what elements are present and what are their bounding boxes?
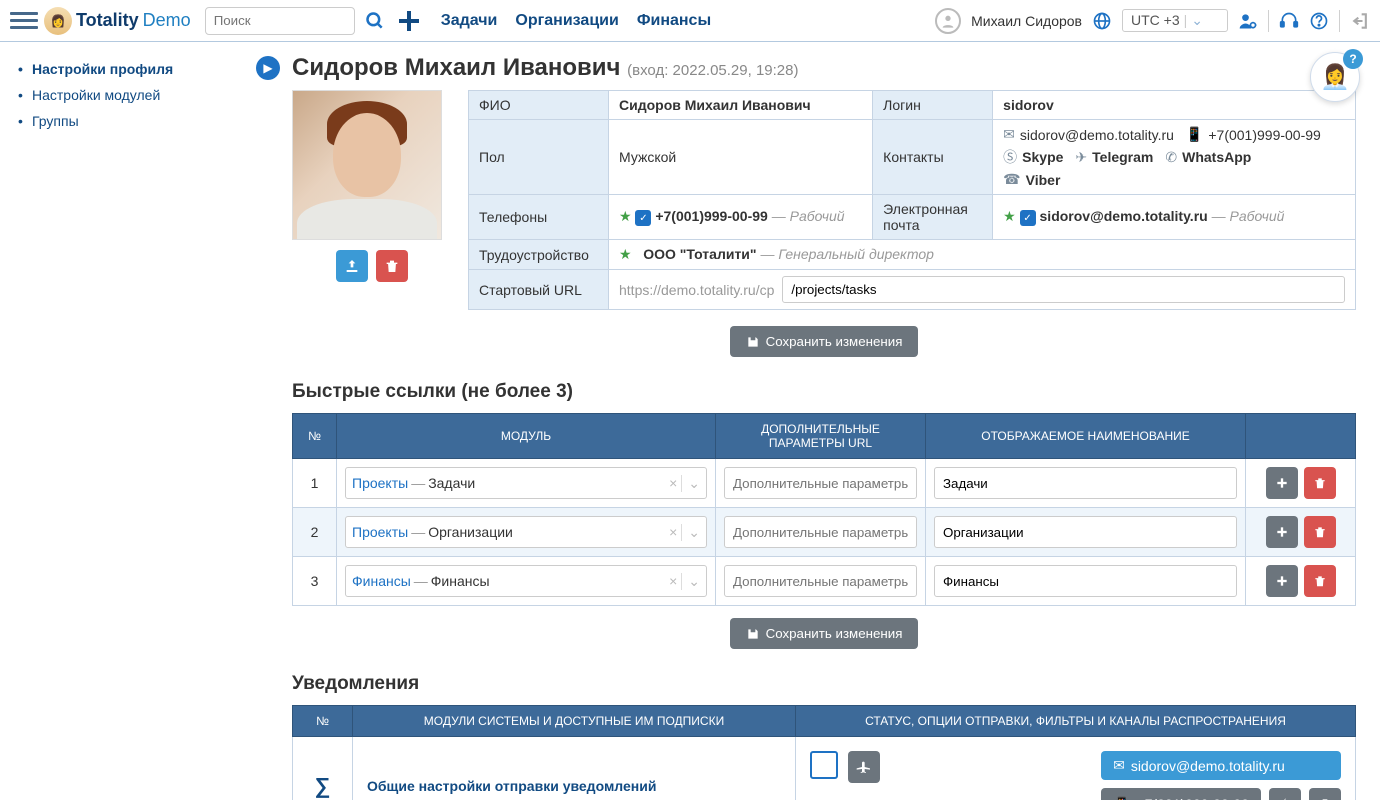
- display-name-input[interactable]: [934, 467, 1237, 499]
- table-row: 3Финансы—Финансы×⌄: [293, 557, 1356, 606]
- star-icon: ★: [619, 246, 632, 262]
- add-row-button[interactable]: [1266, 516, 1298, 548]
- notifications-heading: Уведомления: [292, 673, 1356, 695]
- clear-icon[interactable]: ×: [665, 475, 681, 491]
- chevron-down-icon: ⌄: [681, 475, 700, 492]
- menu-toggle[interactable]: [10, 7, 38, 35]
- main-nav: Задачи Организации Финансы: [441, 12, 711, 30]
- add-row-button[interactable]: [1266, 565, 1298, 597]
- user-avatar-icon[interactable]: [935, 8, 961, 34]
- notif-general-label[interactable]: Общие настройки отправки уведомлений: [367, 778, 656, 794]
- assistant-icon: 👩‍💼: [1320, 63, 1350, 92]
- app-header: 👩 Totality Demo Задачи Организации Финан…: [0, 0, 1380, 42]
- search-input[interactable]: [205, 7, 355, 35]
- bolt-button[interactable]: [1269, 788, 1301, 800]
- chevron-down-icon: ⌄: [1191, 12, 1203, 28]
- add-icon[interactable]: [395, 7, 423, 35]
- help-badge-icon: ?: [1343, 49, 1363, 69]
- delete-row-button[interactable]: [1304, 565, 1336, 597]
- star-icon: ★: [619, 208, 632, 224]
- logo-mascot-icon: 👩: [44, 7, 72, 35]
- params-input[interactable]: [724, 565, 917, 597]
- params-input[interactable]: [724, 467, 917, 499]
- header-right: Михаил Сидоров UTC +3|⌄: [935, 8, 1370, 34]
- table-row: 2Проекты—Организации×⌄: [293, 508, 1356, 557]
- save-button-2[interactable]: Сохранить изменения: [730, 618, 919, 649]
- envelope-icon: ✉: [1113, 757, 1125, 774]
- module-select[interactable]: Проекты—Задачи×⌄: [345, 467, 707, 499]
- start-url-input[interactable]: [782, 276, 1345, 303]
- sidebar: Настройки профиля Настройки модулей Груп…: [0, 42, 268, 800]
- url-prefix: https://demo.totality.ru/cp: [619, 282, 774, 298]
- module-select[interactable]: Финансы—Финансы×⌄: [345, 565, 707, 597]
- logo[interactable]: 👩 Totality Demo: [44, 7, 191, 35]
- sidebar-collapse-icon[interactable]: ▶: [256, 56, 280, 80]
- globe-icon[interactable]: [1092, 11, 1112, 31]
- main-content: Сидоров Михаил Иванович (вход: 2022.05.2…: [268, 42, 1380, 800]
- fax-button[interactable]: [1309, 788, 1341, 800]
- display-name-input[interactable]: [934, 565, 1237, 597]
- whatsapp-icon: ✆: [1165, 149, 1177, 166]
- add-row-button[interactable]: [1266, 467, 1298, 499]
- chevron-down-icon: ⌄: [681, 573, 700, 590]
- notif-phone-chip[interactable]: 📱+7(001)999-00-99: [1101, 788, 1261, 800]
- timezone-select[interactable]: UTC +3|⌄: [1122, 9, 1228, 32]
- support-icon[interactable]: [1279, 11, 1299, 31]
- help-assistant-float[interactable]: 👩‍💼 ?: [1310, 52, 1360, 102]
- notif-enable-checkbox[interactable]: [810, 751, 838, 779]
- module-select[interactable]: Проекты—Организации×⌄: [345, 516, 707, 548]
- verified-icon: ✓: [1020, 210, 1036, 226]
- save-icon: [746, 627, 760, 641]
- notifications-table: № МОДУЛИ СИСТЕМЫ И ДОСТУПНЫЕ ИМ ПОДПИСКИ…: [292, 705, 1356, 800]
- display-name-input[interactable]: [934, 516, 1237, 548]
- airplane-mode-button[interactable]: [848, 751, 880, 783]
- fio-value: Сидоров Михаил Иванович: [619, 97, 811, 113]
- sidebar-item-profile[interactable]: Настройки профиля: [18, 56, 250, 82]
- verified-icon: ✓: [635, 210, 651, 226]
- save-icon: [746, 335, 760, 349]
- user-name[interactable]: Михаил Сидоров: [971, 13, 1082, 29]
- logo-name: Totality: [76, 10, 139, 31]
- nav-tasks[interactable]: Задачи: [441, 12, 498, 30]
- nav-finance[interactable]: Финансы: [637, 12, 711, 30]
- nav-orgs[interactable]: Организации: [515, 12, 618, 30]
- clear-icon[interactable]: ×: [665, 573, 681, 589]
- table-row: 1Проекты—Задачи×⌄: [293, 459, 1356, 508]
- help-icon[interactable]: [1309, 11, 1329, 31]
- quicklinks-table: № МОДУЛЬ ДОПОЛНИТЕЛЬНЫЕ ПАРАМЕТРЫ URL ОТ…: [292, 413, 1356, 606]
- delete-row-button[interactable]: [1304, 467, 1336, 499]
- delete-row-button[interactable]: [1304, 516, 1336, 548]
- profile-photo: [292, 90, 442, 240]
- search-icon[interactable]: [361, 7, 389, 35]
- delete-photo-button[interactable]: [376, 250, 408, 282]
- skype-icon: Ⓢ: [1003, 147, 1017, 167]
- viber-icon: ☎: [1003, 171, 1020, 188]
- upload-photo-button[interactable]: [336, 250, 368, 282]
- logo-demo: Demo: [143, 10, 191, 31]
- profile-info-table: ФИО Сидоров Михаил Иванович Логин sidoro…: [468, 90, 1356, 310]
- chevron-down-icon: ⌄: [681, 524, 700, 541]
- email-icon: ✉: [1003, 126, 1015, 143]
- phone-icon: 📱: [1186, 126, 1203, 143]
- photo-column: [292, 90, 452, 310]
- quicklinks-heading: Быстрые ссылки (не более 3): [292, 381, 1356, 403]
- sidebar-item-groups[interactable]: Группы: [18, 108, 250, 134]
- logout-icon[interactable]: [1350, 11, 1370, 31]
- user-settings-icon[interactable]: [1238, 11, 1258, 31]
- phone-icon: 📱: [1113, 796, 1130, 800]
- telegram-icon: ✈: [1075, 149, 1087, 166]
- save-button[interactable]: Сохранить изменения: [730, 326, 919, 357]
- login-value: sidorov: [1003, 97, 1054, 113]
- sigma-cell: ∑: [293, 737, 353, 800]
- page-title: Сидоров Михаил Иванович (вход: 2022.05.2…: [292, 54, 1356, 82]
- params-input[interactable]: [724, 516, 917, 548]
- notif-email-chip[interactable]: ✉sidorov@demo.totality.ru: [1101, 751, 1341, 780]
- star-icon: ★: [1003, 208, 1016, 224]
- clear-icon[interactable]: ×: [665, 524, 681, 540]
- contacts-list: ✉sidorov@demo.totality.ru 📱+7(001)999-00…: [1003, 126, 1345, 143]
- sidebar-item-modules[interactable]: Настройки модулей: [18, 82, 250, 108]
- sex-value: Мужской: [609, 120, 873, 195]
